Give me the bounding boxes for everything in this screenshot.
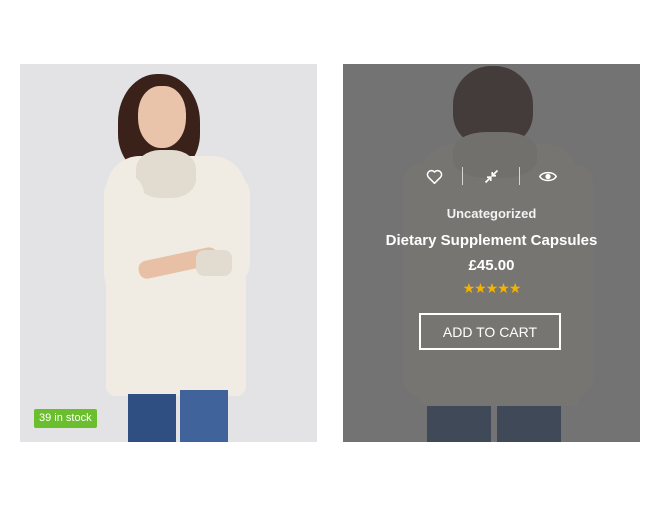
product-image[interactable] <box>20 64 317 442</box>
product-actions <box>421 165 561 187</box>
figure-jeans-left <box>128 394 176 442</box>
product-title[interactable]: Dietary Supplement Capsules <box>343 232 640 249</box>
action-divider <box>462 167 463 185</box>
figure-jeans-right <box>180 390 228 442</box>
hover-overlay <box>343 64 640 442</box>
compare-icon[interactable] <box>478 165 504 187</box>
eye-icon[interactable] <box>535 165 561 187</box>
figure-cuff <box>196 250 232 276</box>
figure-cowl <box>136 150 196 198</box>
figure-left-sleeve <box>104 174 144 294</box>
star-rating: ★★★★★ <box>462 280 522 296</box>
add-to-cart-button[interactable]: ADD TO CART <box>419 313 561 350</box>
product-card-hover[interactable]: Uncategorized Dietary Supplement Capsule… <box>343 64 640 442</box>
product-card[interactable]: 39 in stock <box>20 64 317 442</box>
product-category[interactable]: Uncategorized <box>343 206 640 221</box>
product-price: £45.00 <box>468 257 515 274</box>
figure-face <box>138 86 186 148</box>
stock-badge: 39 in stock <box>34 409 97 428</box>
heart-icon[interactable] <box>421 165 447 187</box>
action-divider <box>519 167 520 185</box>
